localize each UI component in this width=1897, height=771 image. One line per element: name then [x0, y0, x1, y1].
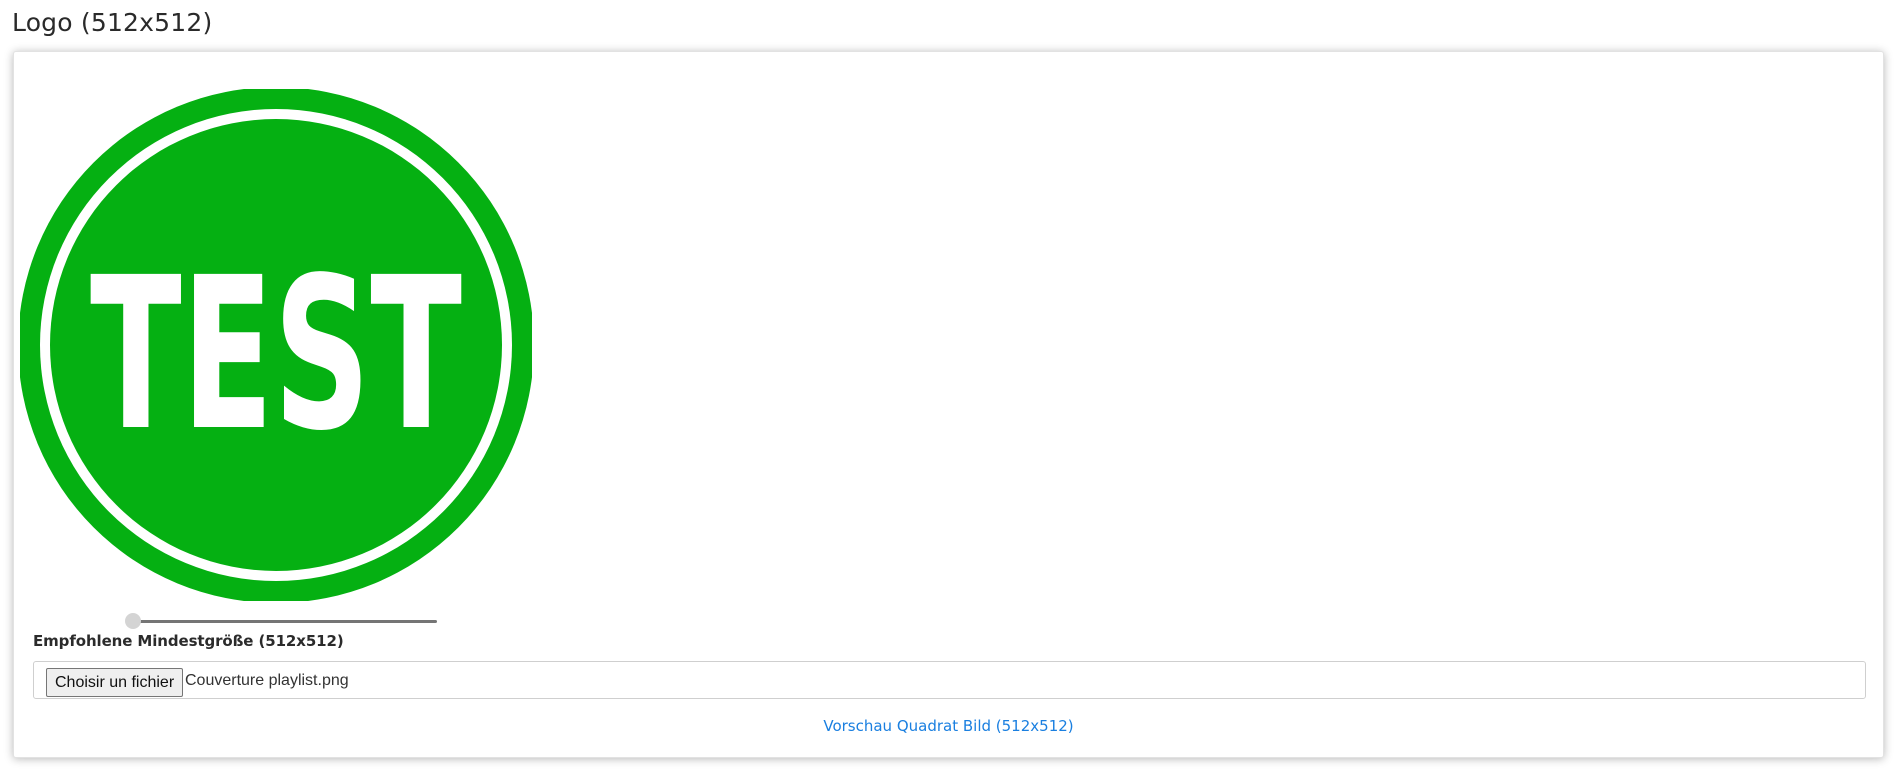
- logo-preview-image: TEST: [20, 89, 532, 601]
- file-input[interactable]: Choisir un fichier Couverture playlist.p…: [33, 661, 1866, 699]
- selected-file-name: Couverture playlist.png: [185, 672, 349, 689]
- zoom-slider[interactable]: [125, 612, 439, 630]
- zoom-slider-thumb[interactable]: [125, 613, 141, 629]
- size-hint-label: Empfohlene Mindestgröße (512x512): [33, 632, 344, 650]
- test-logo-graphic: TEST: [20, 89, 532, 601]
- section-title: Logo (512x512): [12, 8, 213, 37]
- choose-file-button[interactable]: Choisir un fichier: [46, 668, 184, 697]
- logo-card: TEST Empfohlene Mindestgröße (512x512) C…: [13, 51, 1884, 758]
- zoom-slider-track[interactable]: [137, 620, 437, 623]
- preview-square-image-link[interactable]: Vorschau Quadrat Bild (512x512): [14, 717, 1883, 735]
- logo-text: TEST: [90, 232, 462, 477]
